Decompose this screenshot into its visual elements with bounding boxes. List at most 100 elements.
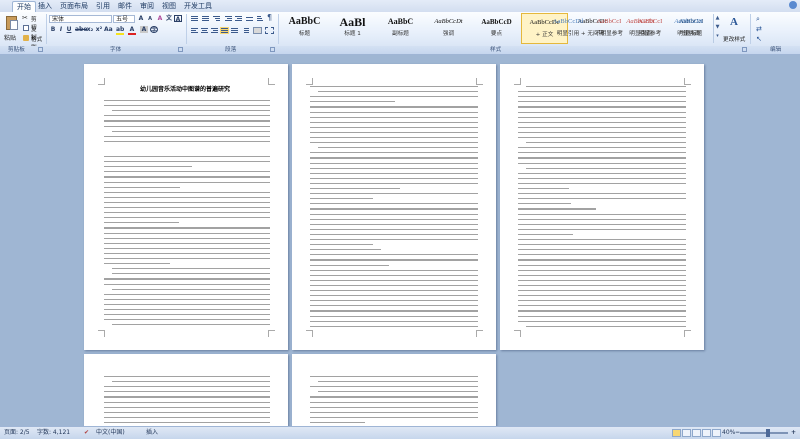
chinese-layout-icon[interactable] bbox=[245, 15, 254, 22]
document-page-3[interactable] bbox=[500, 64, 704, 350]
insert-mode[interactable]: 插入 bbox=[146, 427, 158, 439]
style-name: 副标题 bbox=[392, 31, 409, 37]
subscript-icon[interactable]: x₂ bbox=[86, 26, 94, 33]
align-left-icon[interactable] bbox=[190, 27, 199, 34]
full-screen-view-icon[interactable] bbox=[682, 429, 691, 437]
tab-insert[interactable]: 插入 bbox=[38, 1, 52, 11]
align-center-icon[interactable] bbox=[200, 27, 209, 34]
shading-icon[interactable] bbox=[253, 27, 262, 34]
gallery-scroll[interactable]: ▲ ▼ ▾ bbox=[713, 14, 721, 43]
tab-developer[interactable]: 开发工具 bbox=[184, 1, 212, 11]
text-line bbox=[310, 411, 478, 413]
tab-page-layout[interactable]: 页面布局 bbox=[60, 1, 88, 11]
help-icon[interactable] bbox=[789, 1, 797, 9]
web-layout-view-icon[interactable] bbox=[692, 429, 701, 437]
decrease-indent-icon[interactable] bbox=[224, 15, 233, 22]
gallery-more-icon[interactable]: ▾ bbox=[714, 32, 721, 41]
outline-view-icon[interactable] bbox=[702, 429, 711, 437]
style-sample: AaBl bbox=[339, 15, 366, 29]
bold-icon[interactable]: B bbox=[49, 26, 57, 33]
underline-icon[interactable]: U bbox=[65, 26, 73, 33]
page-count[interactable]: 页面: 2/5 bbox=[4, 427, 30, 439]
font-name-select[interactable]: 宋体 bbox=[49, 15, 112, 23]
zoom-in-icon[interactable]: + bbox=[791, 427, 796, 439]
style-sample: AaBbC bbox=[288, 16, 321, 27]
draft-view-icon[interactable] bbox=[712, 429, 721, 437]
text-line bbox=[310, 177, 478, 179]
style-extra-3[interactable]: AaBbCcI 书籍标题 bbox=[671, 13, 711, 44]
styles-launcher-icon[interactable] bbox=[742, 47, 747, 52]
line-spacing-icon[interactable] bbox=[241, 27, 250, 34]
format-painter-button[interactable]: 格式刷 bbox=[21, 33, 47, 51]
increase-indent-icon[interactable] bbox=[234, 15, 243, 22]
document-page-1[interactable]: 幼儿园音乐活动中图谱的普遍研究 bbox=[84, 64, 288, 350]
char-border-icon[interactable]: A bbox=[174, 15, 182, 23]
gallery-up-icon[interactable]: ▲ bbox=[714, 14, 721, 23]
text-line bbox=[318, 391, 478, 393]
style-heading-1[interactable]: AaBl 标题 1 bbox=[329, 13, 376, 44]
zoom-slider[interactable] bbox=[740, 432, 788, 434]
text-line bbox=[310, 259, 478, 261]
text-line bbox=[518, 244, 686, 246]
style-extra-0[interactable]: AaBbCcDd 明显引用 bbox=[548, 13, 588, 44]
font-color-icon[interactable]: A bbox=[128, 26, 136, 35]
numbering-icon[interactable] bbox=[201, 15, 210, 22]
style-emphasis[interactable]: AaBbCcDt 强调 bbox=[425, 13, 472, 44]
proofing-icon[interactable]: ✔ bbox=[84, 427, 89, 439]
text-line bbox=[518, 223, 686, 225]
strikethrough-icon[interactable]: abe bbox=[75, 26, 87, 33]
document-page-5[interactable] bbox=[292, 354, 496, 426]
align-right-icon[interactable] bbox=[210, 27, 219, 34]
style-title[interactable]: AaBbC 标题 bbox=[281, 13, 328, 44]
style-extra-1[interactable]: AaBbCcI 不明显参考 bbox=[589, 13, 629, 44]
tab-references[interactable]: 引用 bbox=[96, 1, 110, 11]
replace-button[interactable]: ⇄ bbox=[754, 24, 796, 34]
sort-icon[interactable] bbox=[256, 15, 265, 22]
shrink-font-icon[interactable]: A bbox=[146, 16, 154, 23]
multilevel-list-icon[interactable] bbox=[212, 15, 221, 22]
print-layout-view-icon[interactable] bbox=[672, 429, 681, 437]
clipboard-launcher-icon[interactable] bbox=[38, 47, 43, 52]
language-status[interactable]: 中文(中国) bbox=[96, 427, 125, 439]
zoom-level[interactable]: 40% bbox=[722, 427, 735, 439]
select-button[interactable]: ↖ bbox=[754, 34, 796, 44]
text-line bbox=[310, 167, 478, 169]
word-count[interactable]: 字数: 4,121 bbox=[37, 427, 70, 439]
paste-button[interactable]: 粘贴 bbox=[2, 13, 22, 46]
style-subtitle[interactable]: AaBbC 副标题 bbox=[377, 13, 424, 44]
gallery-down-icon[interactable]: ▼ bbox=[714, 23, 721, 32]
text-line bbox=[104, 227, 270, 229]
enclose-char-icon[interactable]: 字 bbox=[150, 26, 158, 34]
paragraph-launcher-icon[interactable] bbox=[270, 47, 275, 52]
text-line bbox=[310, 239, 478, 241]
font-size-select[interactable]: 五号 bbox=[113, 15, 135, 23]
document-area[interactable]: 幼儿园音乐活动中图谱的普遍研究 bbox=[0, 55, 800, 426]
borders-icon[interactable] bbox=[265, 27, 274, 34]
clear-format-icon[interactable]: A bbox=[156, 15, 164, 22]
tab-view[interactable]: 视图 bbox=[162, 1, 176, 11]
show-marks-icon[interactable]: ¶ bbox=[267, 14, 276, 22]
change-styles-button[interactable]: A 更改样式 bbox=[722, 13, 750, 46]
change-case-icon[interactable]: Aa bbox=[104, 26, 113, 33]
tab-review[interactable]: 审阅 bbox=[140, 1, 154, 11]
find-button[interactable]: ⌕ bbox=[754, 14, 796, 24]
bullets-icon[interactable] bbox=[190, 15, 199, 22]
zoom-slider-knob[interactable] bbox=[766, 429, 770, 437]
document-page-4[interactable] bbox=[84, 354, 288, 426]
char-shading-icon[interactable]: A bbox=[140, 26, 148, 33]
justify-icon[interactable] bbox=[220, 27, 229, 34]
text-line bbox=[310, 284, 478, 287]
distribute-icon[interactable] bbox=[230, 27, 239, 34]
tab-mailings[interactable]: 邮件 bbox=[118, 1, 132, 11]
phonetic-guide-icon[interactable]: 文 bbox=[165, 15, 173, 22]
text-line bbox=[112, 288, 270, 290]
highlight-icon[interactable]: ab bbox=[116, 26, 124, 35]
grow-font-icon[interactable]: A bbox=[137, 15, 145, 22]
document-page-2[interactable] bbox=[292, 64, 496, 350]
style-strong[interactable]: AaBbCcD 要点 bbox=[473, 13, 520, 44]
font-launcher-icon[interactable] bbox=[178, 47, 183, 52]
superscript-icon[interactable]: x² bbox=[95, 26, 103, 33]
italic-icon[interactable]: I bbox=[57, 26, 65, 33]
style-extra-2[interactable]: AaBbCcI 明显参考 bbox=[630, 13, 670, 44]
text-line bbox=[104, 396, 270, 398]
